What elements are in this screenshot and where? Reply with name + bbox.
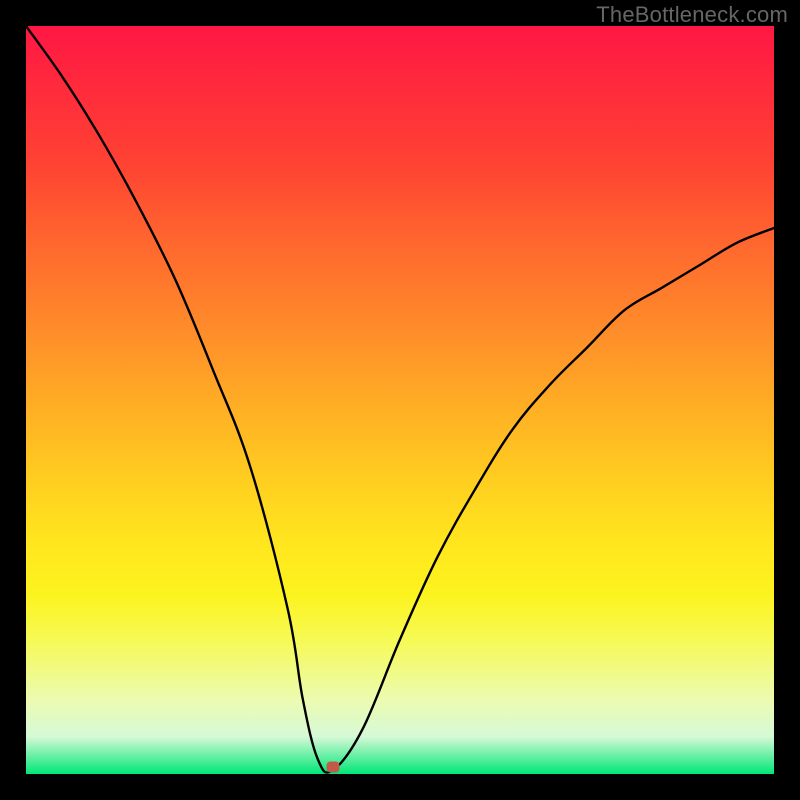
optimum-marker — [326, 761, 339, 772]
chart-plot-area — [26, 26, 774, 774]
watermark-text: TheBottleneck.com — [596, 2, 788, 28]
bottleneck-curve — [26, 26, 774, 774]
